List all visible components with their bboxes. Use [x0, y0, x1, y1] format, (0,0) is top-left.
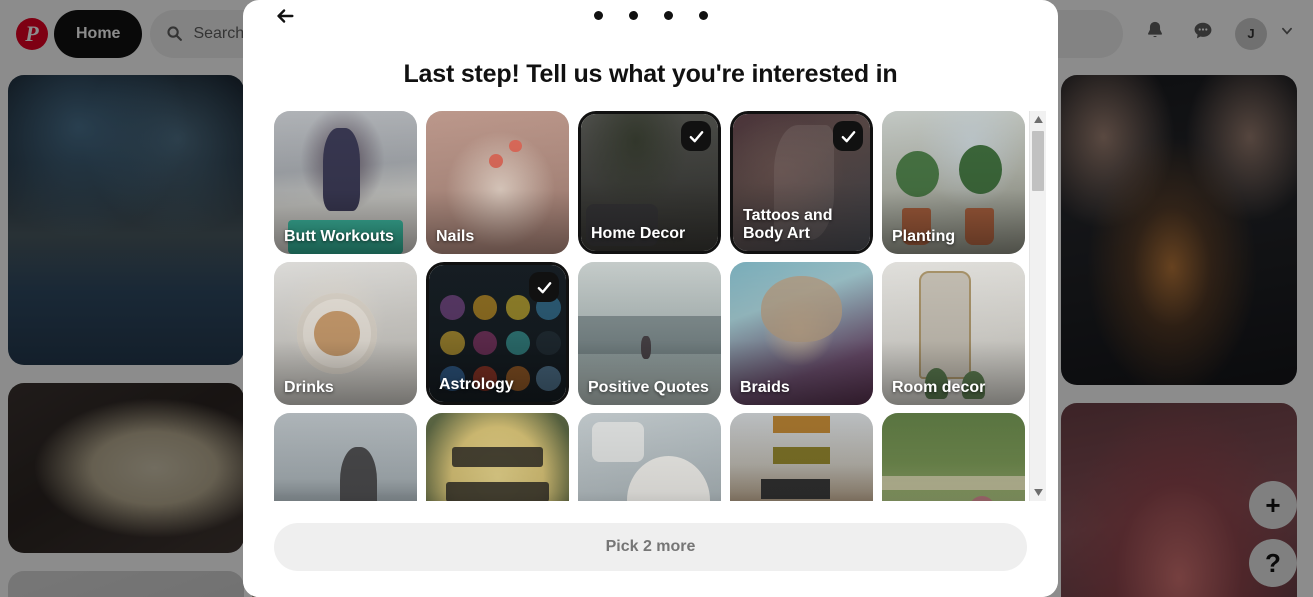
interest-card-label: Home Decor	[591, 225, 686, 243]
pick-more-button[interactable]: Pick 2 more	[274, 523, 1027, 571]
interest-card-row3-4[interactable]	[730, 413, 873, 501]
modal-footer: Pick 2 more	[243, 507, 1058, 597]
interest-card-label: Drinks	[284, 379, 334, 397]
page-title: Last step! Tell us what you're intereste…	[403, 60, 898, 88]
interest-card-astrology[interactable]: Astrology	[426, 262, 569, 405]
scrollbar-down-arrow[interactable]	[1030, 484, 1046, 501]
interest-card-butt-workouts[interactable]: Butt Workouts	[274, 111, 417, 254]
interest-card-nails[interactable]: Nails	[426, 111, 569, 254]
interest-card-home-decor[interactable]: Home Decor	[578, 111, 721, 254]
interest-card-label: Positive Quotes	[588, 379, 709, 397]
interests-scroll-area[interactable]: Butt Workouts Nails Home Decor Tattoos a…	[274, 111, 1027, 501]
interest-card-row3-2[interactable]	[426, 413, 569, 501]
interest-card-scrim	[730, 413, 873, 501]
modal-header	[243, 0, 1058, 36]
interest-card-label: Butt Workouts	[284, 228, 394, 246]
interests-scrollbar[interactable]	[1029, 111, 1046, 501]
step-dot-3[interactable]	[663, 11, 673, 20]
check-icon	[537, 281, 551, 293]
interest-card-label: Astrology	[439, 376, 514, 394]
scrollbar-thumb[interactable]	[1032, 131, 1044, 191]
step-dot-2[interactable]	[628, 11, 638, 20]
check-icon	[841, 130, 855, 142]
step-dot-4[interactable]	[698, 11, 708, 20]
interests-grid-container: Butt Workouts Nails Home Decor Tattoos a…	[243, 111, 1058, 507]
interests-onboarding-modal: Last step! Tell us what you're intereste…	[243, 0, 1058, 597]
triangle-down-icon	[1033, 489, 1043, 496]
interest-card-scrim	[882, 413, 1025, 501]
interest-card-planting[interactable]: Planting	[882, 111, 1025, 254]
interest-card-row3-5[interactable]	[882, 413, 1025, 501]
interest-card-drinks[interactable]: Drinks	[274, 262, 417, 405]
interest-card-tattoos-and-body-art[interactable]: Tattoos and Body Art	[730, 111, 873, 254]
interest-card-check-badge	[529, 272, 559, 302]
interest-card-braids[interactable]: Braids	[730, 262, 873, 405]
interest-card-scrim	[426, 413, 569, 501]
interest-card-label: Nails	[436, 228, 475, 246]
interest-card-row3-3[interactable]	[578, 413, 721, 501]
interest-card-label: Tattoos and Body Art	[743, 207, 833, 243]
scrollbar-up-arrow[interactable]	[1030, 111, 1046, 128]
interest-card-check-badge	[681, 121, 711, 151]
interest-card-check-badge	[833, 121, 863, 151]
check-icon	[689, 130, 703, 142]
interest-card-label: Planting	[892, 228, 956, 246]
step-indicator-dots	[243, 11, 1058, 20]
interest-card-room-decor[interactable]: Room decor	[882, 262, 1025, 405]
interest-card-label: Room decor	[892, 379, 986, 397]
interest-card-label: Braids	[740, 379, 790, 397]
interest-card-scrim	[578, 413, 721, 501]
interest-card-scrim	[274, 413, 417, 501]
interests-grid: Butt Workouts Nails Home Decor Tattoos a…	[274, 111, 1027, 501]
interest-card-positive-quotes[interactable]: Positive Quotes	[578, 262, 721, 405]
step-dot-1[interactable]	[593, 11, 603, 20]
triangle-up-icon	[1033, 116, 1043, 123]
interest-card-row3-1[interactable]	[274, 413, 417, 501]
